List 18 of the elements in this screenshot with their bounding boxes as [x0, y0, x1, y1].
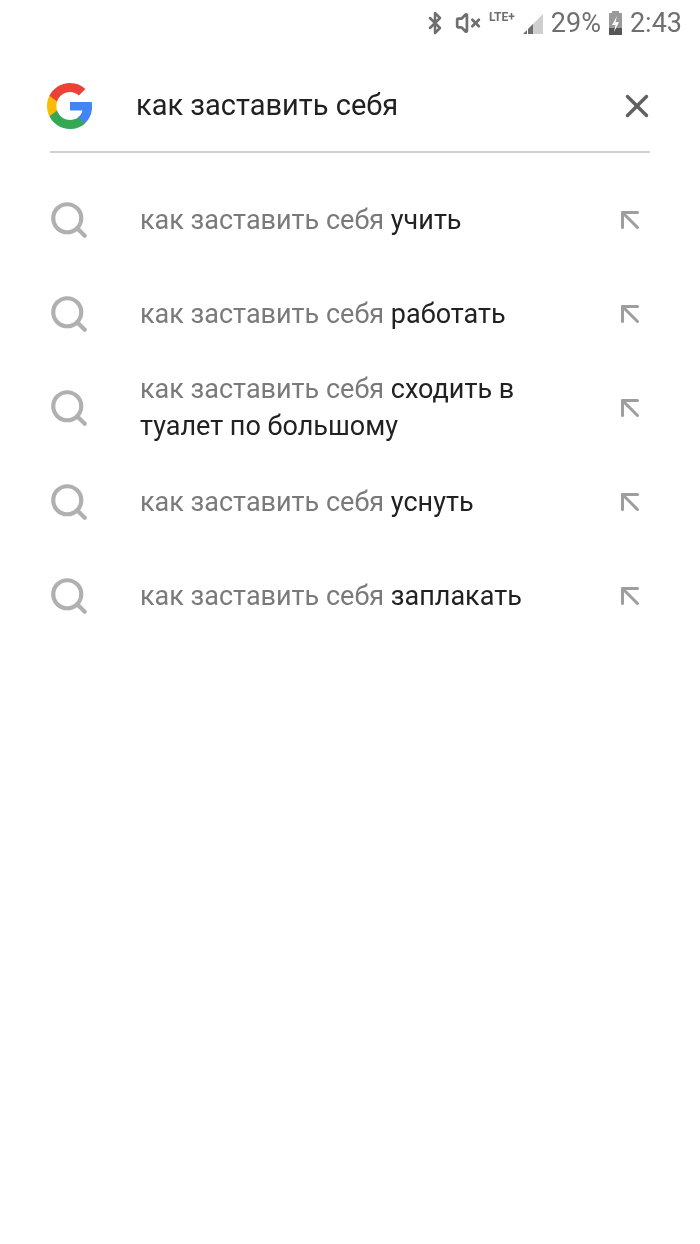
suggestion-text[interactable]: как заставить себя работать: [140, 295, 580, 333]
search-icon: [48, 199, 90, 241]
clock: 2:43: [629, 9, 682, 37]
suggestion-text[interactable]: как заставить себя уснуть: [140, 483, 580, 521]
google-logo-icon: [46, 82, 94, 130]
search-icon: [48, 293, 90, 335]
search-icon: [48, 481, 90, 523]
signal-icon: [522, 12, 543, 34]
search-icon: [48, 387, 90, 429]
suggestion-text[interactable]: как заставить себя заплакать: [140, 577, 580, 615]
search-field[interactable]: как заставить себя: [136, 84, 618, 128]
search-icon: [48, 575, 90, 617]
mute-icon: [454, 10, 481, 36]
suggestion-text[interactable]: как заставить себя сходить в туалет по большому: [140, 371, 580, 445]
battery-percentage: 29%: [550, 9, 601, 37]
network-type: LTE+: [488, 11, 515, 23]
battery-charging-icon: [608, 11, 622, 35]
suggestion-text[interactable]: как заставить себя учить: [140, 201, 580, 239]
